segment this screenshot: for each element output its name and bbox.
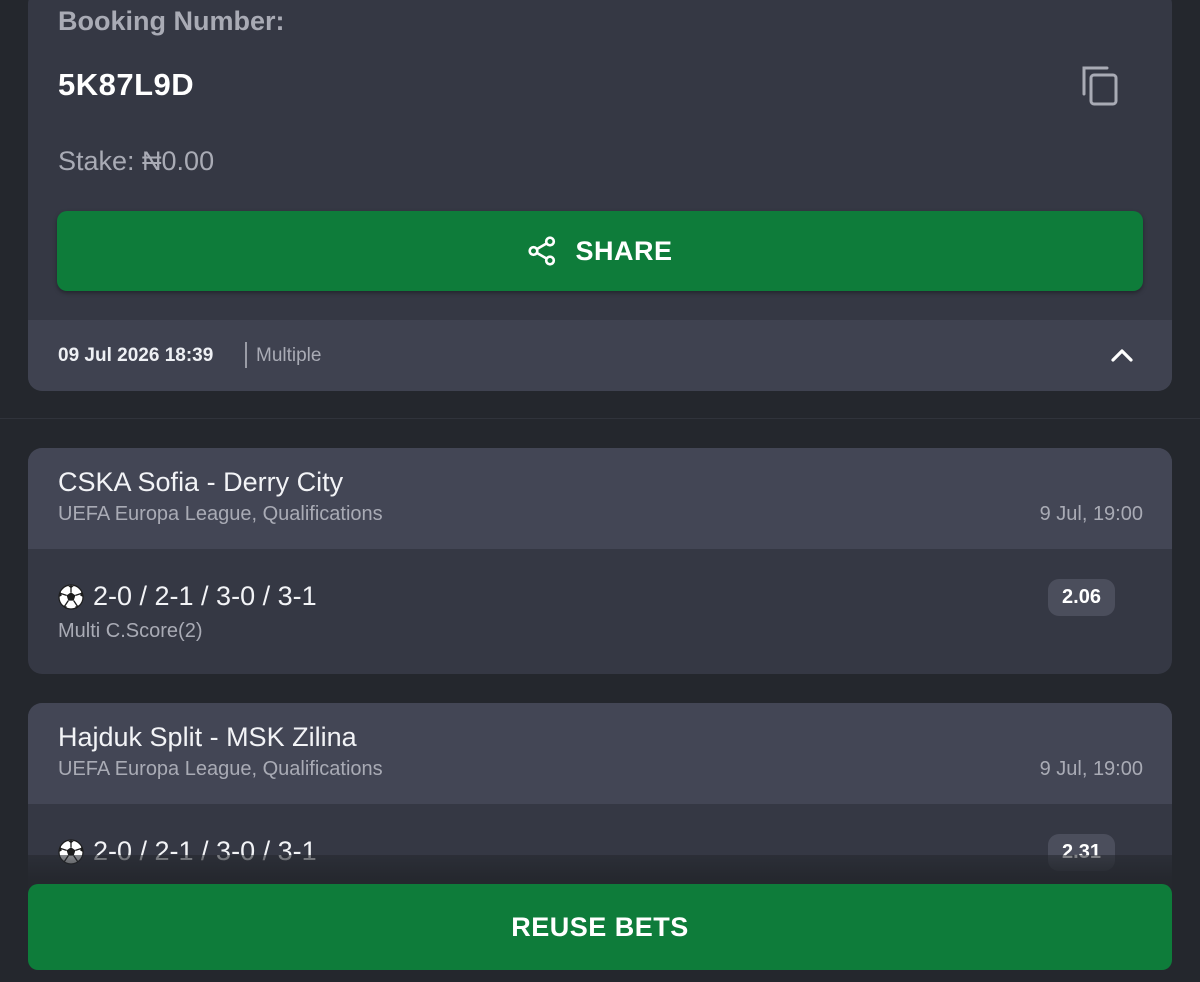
booking-footer[interactable]: 09 Jul 2026 18:39 Multiple [28, 320, 1172, 391]
betslip-screen: Booking Number: 5K87L9D Stake: ₦0.00 SHA… [0, 0, 1200, 982]
booking-datetime: 09 Jul 2026 18:39 [58, 345, 214, 366]
selection-scores: 2-0 / 2-1 / 3-0 / 3-1 [93, 581, 317, 611]
selection-row: 2-0 / 2-1 / 3-0 / 3-1 [58, 581, 317, 612]
match-card: CSKA Sofia - Derry City UEFA Europa Leag… [28, 448, 1172, 674]
share-label: SHARE [575, 235, 673, 266]
footer-divider [245, 342, 247, 368]
chevron-up-icon[interactable] [1108, 344, 1136, 366]
stake-amount: Stake: ₦0.00 [58, 146, 215, 176]
booking-code: 5K87L9D [58, 67, 195, 102]
match-header: Hajduk Split - MSK Zilina UEFA Europa Le… [28, 703, 1172, 804]
match-title: CSKA Sofia - Derry City [58, 467, 344, 497]
match-title: Hajduk Split - MSK Zilina [58, 722, 357, 752]
match-header: CSKA Sofia - Derry City UEFA Europa Leag… [28, 448, 1172, 549]
match-time: 9 Jul, 19:00 [1039, 758, 1143, 780]
bet-type: Multiple [256, 345, 322, 366]
match-time: 9 Jul, 19:00 [1039, 503, 1143, 525]
match-league: UEFA Europa League, Qualifications [58, 503, 383, 525]
odds-badge: 2.06 [1048, 579, 1115, 616]
match-league: UEFA Europa League, Qualifications [58, 758, 383, 780]
share-button[interactable]: SHARE [57, 211, 1143, 291]
section-divider [0, 418, 1200, 419]
copy-icon[interactable] [1080, 64, 1120, 106]
reuse-bets-label: REUSE BETS [511, 911, 689, 942]
booking-card: Booking Number: 5K87L9D Stake: ₦0.00 SHA… [28, 0, 1172, 391]
soccer-ball-icon [58, 583, 84, 610]
booking-number-label: Booking Number: [58, 6, 285, 36]
share-icon [528, 236, 556, 266]
market-name: Multi C.Score(2) [58, 620, 203, 642]
reuse-bets-button[interactable]: REUSE BETS [28, 884, 1172, 970]
